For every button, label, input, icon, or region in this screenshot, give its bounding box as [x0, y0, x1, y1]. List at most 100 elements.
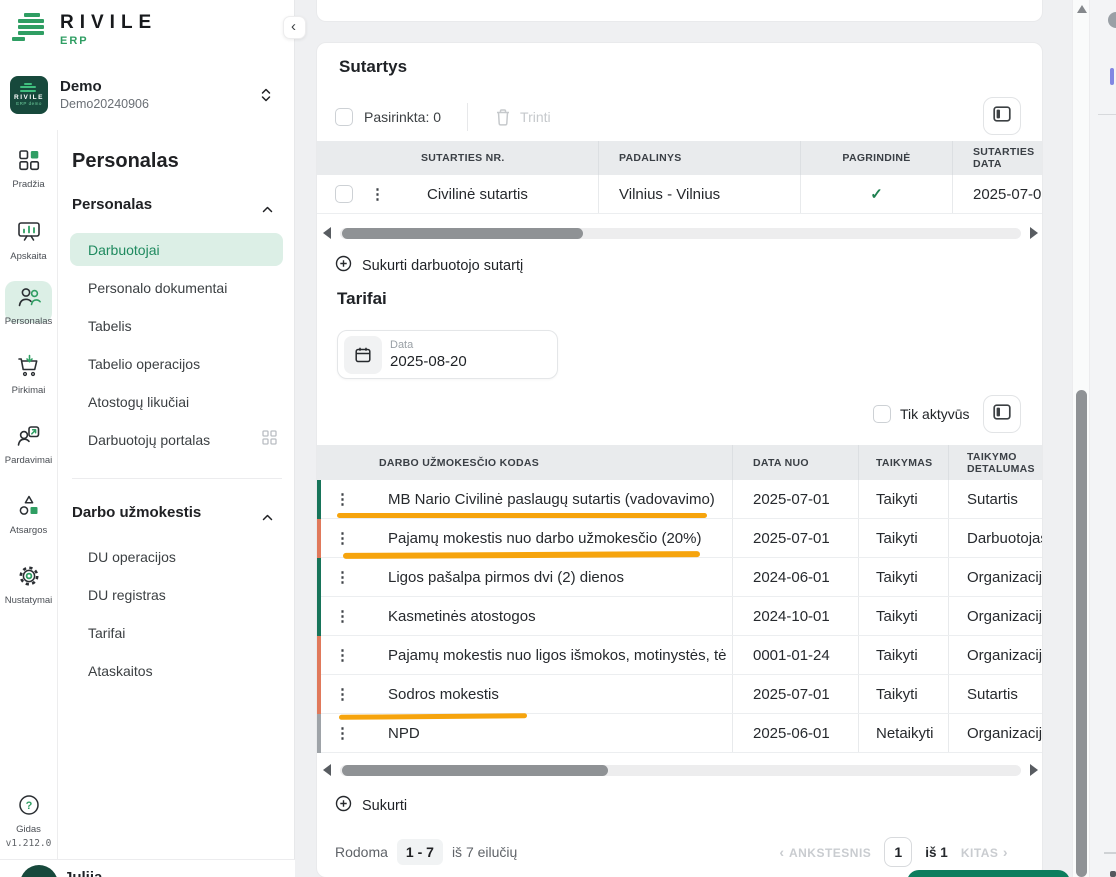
- personnel-icon: [16, 285, 42, 314]
- scroll-up-icon[interactable]: [1077, 5, 1087, 13]
- sidebar-item-tarifai[interactable]: Tarifai: [88, 625, 278, 641]
- partial-dot: [1110, 871, 1116, 877]
- scroll-thumb[interactable]: [342, 765, 608, 776]
- sidebar-item-darbuotoju-portalas[interactable]: Darbuotojų portalas: [88, 432, 278, 448]
- create-tariff-link[interactable]: Sukurti: [335, 795, 407, 816]
- kebab-menu-icon[interactable]: [335, 648, 350, 663]
- contract-nr: Civilinė sutartis: [427, 186, 528, 203]
- col-header-pagrindine[interactable]: PAGRINDINĖ: [801, 141, 953, 175]
- scroll-track[interactable]: [340, 765, 1021, 776]
- kebab-menu-icon[interactable]: [370, 187, 385, 202]
- contracts-toolbar: Pasirinkta: 0 Trinti: [335, 103, 551, 131]
- sidebar-item-atostogu-likuciai[interactable]: Atostogų likučiai: [88, 394, 278, 410]
- columns-icon: [993, 106, 1011, 127]
- kebab-menu-icon[interactable]: [335, 726, 350, 741]
- contract-row[interactable]: Civilinė sutartis Vilnius - Vilnius ✓ 20…: [317, 175, 1043, 214]
- rail-item-gidas[interactable]: ? Gidas: [0, 793, 57, 835]
- kebab-menu-icon[interactable]: [335, 492, 350, 507]
- user-bar[interactable]: Julija: [0, 859, 295, 877]
- scroll-right-icon[interactable]: [1030, 227, 1038, 239]
- col-header-taikymas[interactable]: TAIKYMAS: [859, 445, 949, 480]
- rail-item-atsargos[interactable]: Atsargos: [0, 494, 57, 536]
- scroll-right-icon[interactable]: [1030, 764, 1038, 776]
- contract-padalinys: Vilnius - Vilnius: [599, 175, 801, 213]
- col-header-taikymo-detalumas[interactable]: TAIKYMO DETALUMAS: [949, 445, 1043, 480]
- rail-item-nustatymai[interactable]: Nustatymai: [0, 564, 57, 606]
- col-header-padalinys[interactable]: PADALINYS: [599, 141, 801, 175]
- scroll-thumb[interactable]: [342, 228, 583, 239]
- rail-item-apskaita[interactable]: Apskaita: [0, 218, 57, 262]
- selected-count-label: Pasirinkta: 0: [364, 109, 441, 125]
- brand-erp: ERP: [60, 35, 157, 47]
- status-bar: [317, 714, 321, 753]
- tariffs-table: DARBO UŽMOKESČIO KODAS DATA NUO TAIKYMAS…: [317, 445, 1043, 753]
- scroll-left-icon[interactable]: [323, 227, 331, 239]
- collapse-sidebar-button[interactable]: [283, 16, 306, 39]
- tariff-row[interactable]: Kasmetinės atostogos 2024-10-01 Taikyti …: [317, 597, 1043, 636]
- select-all-checkbox[interactable]: [335, 108, 353, 126]
- next-page-button[interactable]: KITAS: [961, 844, 1008, 860]
- sidebar-item-du-operacijos[interactable]: DU operacijos: [88, 549, 278, 565]
- sidebar-item-tabelio-operacijos[interactable]: Tabelio operacijos: [88, 356, 278, 372]
- highlight-annotation: [337, 513, 707, 518]
- delete-button[interactable]: Trinti: [520, 109, 551, 125]
- avatar[interactable]: [20, 865, 58, 877]
- kebab-menu-icon[interactable]: [335, 609, 350, 624]
- chat-widget-button[interactable]: [907, 870, 1070, 877]
- external-grid-icon[interactable]: [262, 430, 277, 450]
- sidebar-item-du-registras[interactable]: DU registras: [88, 587, 278, 603]
- scroll-left-icon[interactable]: [323, 764, 331, 776]
- rows-total-label: iš 7 eilučių: [452, 844, 517, 860]
- app-root: RIVILE ERP RIVILE ERP demo Demo Demo2024…: [0, 0, 1116, 877]
- kebab-menu-icon[interactable]: [335, 687, 350, 702]
- svg-text:?: ?: [25, 800, 32, 812]
- only-active-checkbox[interactable]: [873, 405, 891, 423]
- inventory-shapes-icon: [16, 494, 42, 523]
- sidebar-item-personalo-dokumentai[interactable]: Personalo dokumentai: [88, 280, 278, 296]
- menu-section-personalas[interactable]: Personalas: [72, 196, 152, 213]
- menu-section-darbo-uzmokestis[interactable]: Darbo užmokestis: [72, 504, 201, 521]
- sidebar-item-darbuotojai[interactable]: Darbuotojai: [88, 242, 278, 258]
- tariff-row[interactable]: Sodros mokestis 2025-07-01 Taikyti Sutar…: [317, 675, 1043, 714]
- scroll-track[interactable]: [340, 228, 1021, 239]
- rail-item-personalas[interactable]: Personalas: [0, 285, 57, 327]
- page-number-input[interactable]: 1: [884, 837, 912, 867]
- org-switcher[interactable]: RIVILE ERP demo Demo Demo20240906: [10, 76, 282, 116]
- contracts-column-settings-button[interactable]: [983, 97, 1021, 135]
- vertical-scroll-thumb[interactable]: [1076, 390, 1087, 877]
- contracts-h-scrollbar[interactable]: [323, 227, 1038, 239]
- tariff-row[interactable]: Ligos pašalpa pirmos dvi (2) dienos 2024…: [317, 558, 1043, 597]
- kebab-menu-icon[interactable]: [335, 570, 350, 585]
- date-filter-field[interactable]: Data 2025-08-20: [337, 330, 558, 379]
- col-header-sutarties-nr[interactable]: SUTARTIES NR.: [317, 141, 599, 175]
- rail-item-pradzia[interactable]: Pradžia: [0, 148, 57, 190]
- row-checkbox[interactable]: [335, 185, 353, 203]
- partial-divider: [1098, 114, 1116, 115]
- status-bar: [317, 597, 321, 636]
- sidebar: RIVILE ERP RIVILE ERP demo Demo Demo2024…: [0, 0, 295, 877]
- col-header-data-nuo[interactable]: DATA NUO: [733, 445, 859, 480]
- sales-icon: [16, 424, 42, 453]
- tariff-row[interactable]: Pajamų mokestis nuo ligos išmokos, motin…: [317, 636, 1043, 675]
- org-updown-icon[interactable]: [260, 87, 272, 108]
- previous-page-button[interactable]: ANKSTESNIS: [779, 844, 871, 860]
- tariffs-column-settings-button[interactable]: [983, 395, 1021, 433]
- tariff-row[interactable]: NPD 2025-06-01 Netaikyti Organizacija: [317, 714, 1043, 753]
- col-header-du-kodas[interactable]: DARBO UŽMOKESČIO KODAS: [317, 445, 733, 480]
- plus-circle-icon: [335, 795, 352, 816]
- tariffs-h-scrollbar[interactable]: [323, 764, 1038, 776]
- col-header-sutarties-data[interactable]: SUTARTIES DATA: [953, 141, 1043, 175]
- chevron-up-icon: [262, 508, 273, 525]
- rail-item-pirkimai[interactable]: Pirkimai: [0, 354, 57, 396]
- rail-item-pardavimai[interactable]: Pardavimai: [0, 424, 57, 466]
- tariffs-title: Tarifai: [337, 289, 387, 309]
- create-contract-link[interactable]: Sukurti darbuotojo sutartį: [335, 255, 523, 276]
- vertical-scrollbar[interactable]: [1072, 0, 1090, 877]
- status-bar: [317, 675, 321, 714]
- partial-avatar-icon: [1108, 12, 1116, 28]
- trash-icon[interactable]: [495, 108, 511, 126]
- sidebar-item-ataskaitos[interactable]: Ataskaitos: [88, 663, 278, 679]
- org-code: Demo20240906: [60, 97, 149, 111]
- kebab-menu-icon[interactable]: [335, 531, 350, 546]
- sidebar-item-tabelis[interactable]: Tabelis: [88, 318, 278, 334]
